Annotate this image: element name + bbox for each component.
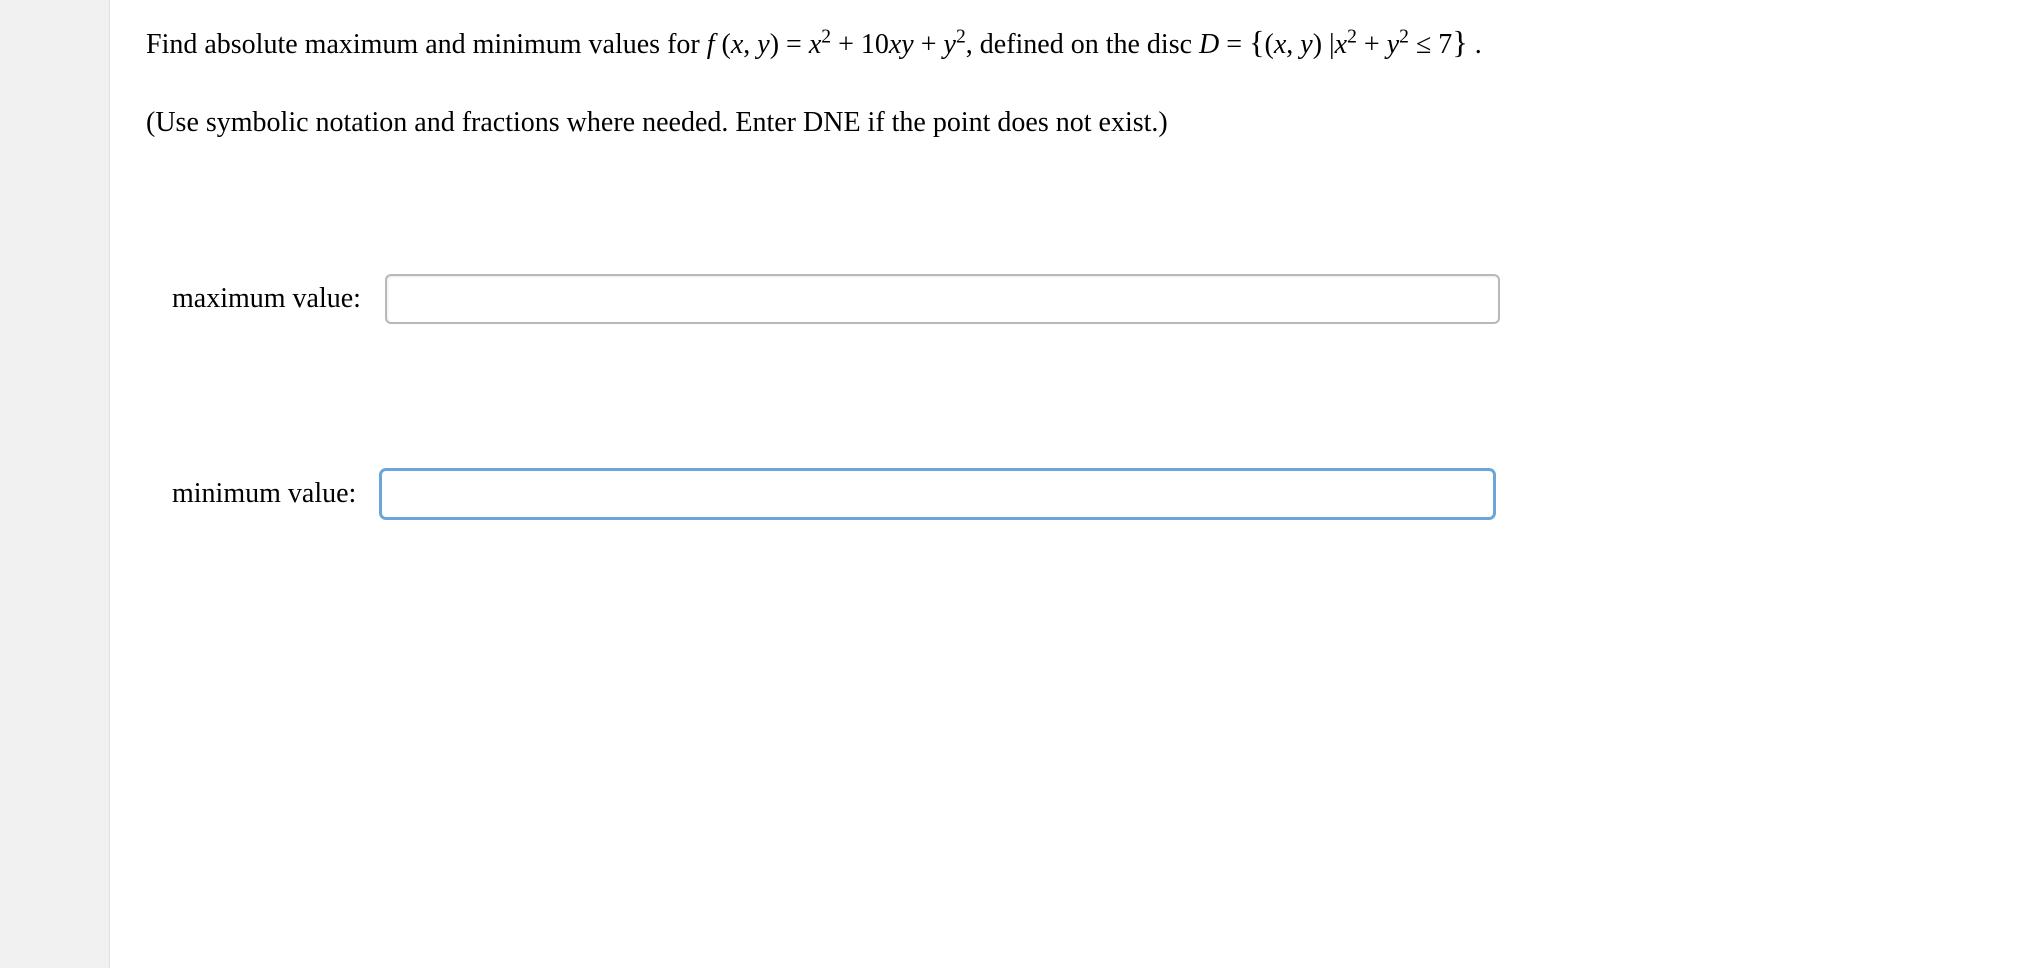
minimum-input[interactable] xyxy=(380,469,1495,519)
minimum-row: minimum value: xyxy=(146,469,1987,519)
maximum-row: maximum value: xyxy=(146,274,1987,324)
cond-leq: ≤ 7 xyxy=(1409,29,1452,60)
math-plus2: + xyxy=(914,29,944,60)
math-x: x xyxy=(731,29,743,60)
set-close: ) | xyxy=(1313,29,1335,60)
cond-x: x xyxy=(1335,29,1347,60)
math-y: y xyxy=(757,29,769,60)
math-x2-sup: 2 xyxy=(821,27,831,48)
math-rbrace: } xyxy=(1452,24,1467,60)
cond-y-sup: 2 xyxy=(1399,27,1409,48)
math-plus1: + 10 xyxy=(831,29,889,60)
math-y2-var: y xyxy=(944,29,956,60)
math-f: f xyxy=(707,29,715,60)
set-sep: , xyxy=(1286,29,1300,60)
cond-plus: + xyxy=(1357,29,1387,60)
set-y: y xyxy=(1300,29,1312,60)
math-xy-x: x xyxy=(889,29,901,60)
problem-prefix: Find absolute maximum and minimum values… xyxy=(146,29,707,60)
math-fargs-open: ( xyxy=(715,29,731,60)
math-x2-var: x xyxy=(809,29,821,60)
question-content: Find absolute maximum and minimum values… xyxy=(110,0,2017,968)
maximum-input[interactable] xyxy=(385,274,1500,324)
math-D: D xyxy=(1199,29,1219,60)
set-open: ( xyxy=(1265,29,1274,60)
math-fargs-sep: , xyxy=(743,29,757,60)
cond-y: y xyxy=(1387,29,1399,60)
math-lbrace: { xyxy=(1249,24,1264,60)
minimum-label: minimum value: xyxy=(172,478,356,510)
left-margin xyxy=(0,0,110,968)
math-period: . xyxy=(1468,29,1482,60)
math-xy-y: y xyxy=(901,29,913,60)
set-x: x xyxy=(1274,29,1286,60)
math-fargs-close: ) = xyxy=(770,29,809,60)
defined-on: , defined on the disc xyxy=(966,29,1199,60)
math-y2-sup: 2 xyxy=(956,27,966,48)
problem-statement: Find absolute maximum and minimum values… xyxy=(146,18,1987,66)
math-equals: = xyxy=(1219,29,1249,60)
maximum-label: maximum value: xyxy=(172,283,361,315)
instruction-text: (Use symbolic notation and fractions whe… xyxy=(146,102,1987,144)
cond-x-sup: 2 xyxy=(1347,27,1357,48)
